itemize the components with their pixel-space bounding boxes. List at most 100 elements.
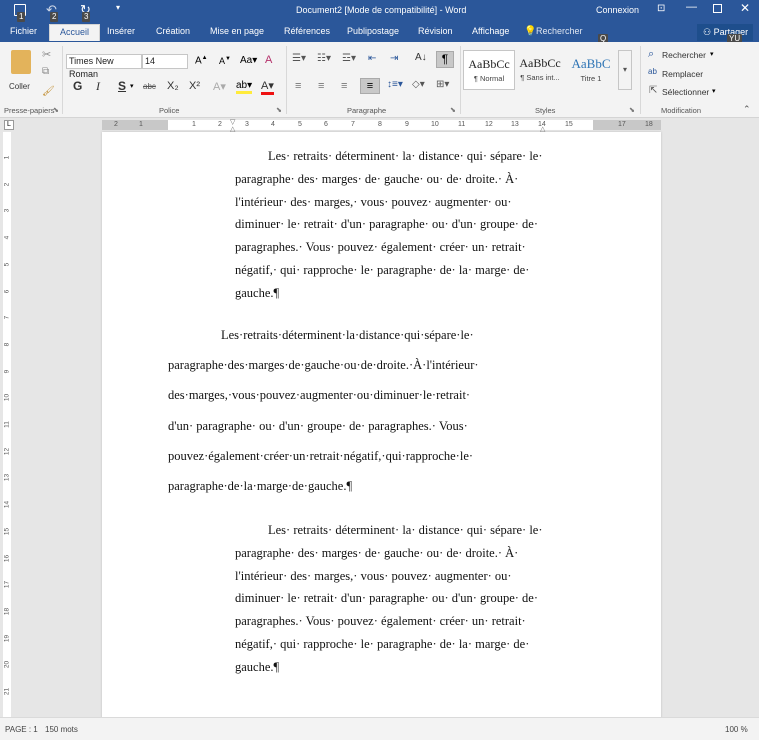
paste-label[interactable]: Coller: [9, 82, 30, 91]
increase-indent-icon[interactable]: ⇥: [390, 53, 398, 64]
sort-icon[interactable]: A↓: [415, 52, 427, 63]
tab-inserer[interactable]: Insérer: [107, 26, 135, 36]
tab-accueil[interactable]: Accueil: [49, 24, 101, 41]
page-indicator[interactable]: PAGE : 1: [5, 725, 38, 734]
font-color-icon[interactable]: A▾: [261, 79, 274, 95]
ruler-number: 7: [351, 121, 355, 128]
shading-icon[interactable]: ◇▾: [412, 79, 425, 90]
style-heading1-sample: AaBbC: [571, 56, 611, 71]
styles-more-icon[interactable]: ▾: [618, 50, 632, 90]
paragraph-launcher-icon[interactable]: ⬊: [450, 106, 456, 114]
underline-button[interactable]: S: [118, 79, 126, 93]
paragraph-1[interactable]: Les· retraits· déterminent· la· distance…: [235, 145, 545, 305]
bullets-icon[interactable]: ☰▾: [292, 53, 306, 64]
style-heading1[interactable]: AaBbC Titre 1: [565, 50, 617, 90]
status-bar: PAGE : 1 150 mots 100 %: [0, 717, 759, 740]
replace-button[interactable]: Remplacer: [662, 69, 703, 79]
justify-button[interactable]: ≡: [360, 78, 380, 94]
p1-line: Les· retraits· déterminent· la· distance…: [268, 149, 543, 163]
tab-publipostage[interactable]: Publipostage: [347, 26, 399, 36]
customize-qat-icon[interactable]: ▾: [116, 3, 120, 12]
tab-references[interactable]: Références: [284, 26, 330, 36]
borders-icon[interactable]: ⊞▾: [436, 79, 449, 90]
vruler-number: 6: [3, 289, 11, 293]
line-spacing-icon[interactable]: ↕≡▾: [387, 79, 403, 90]
close-icon[interactable]: ✕: [740, 1, 750, 15]
zoom-level[interactable]: 100 %: [725, 725, 748, 734]
ruler-number: 17: [618, 121, 626, 128]
font-size-combo[interactable]: 14: [142, 54, 188, 69]
find-button[interactable]: Rechercher: [662, 50, 706, 60]
grow-font-icon[interactable]: A▲: [195, 55, 208, 66]
tab-creation[interactable]: Création: [156, 26, 190, 36]
group-label-styles: Styles: [535, 106, 556, 115]
lightbulb-icon: 💡: [524, 26, 537, 37]
p3-line: paragraphes.· Vous· pouvez· également· c…: [235, 614, 526, 629]
shrink-font-icon[interactable]: A▼: [219, 56, 231, 66]
underline-dropdown-icon[interactable]: ▾: [130, 82, 134, 90]
tab-mise-en-page[interactable]: Mise en page: [210, 26, 264, 36]
tab-fichier[interactable]: Fichier: [10, 26, 37, 36]
font-launcher-icon[interactable]: ⬊: [276, 106, 282, 114]
tab-affichage[interactable]: Affichage: [472, 26, 509, 36]
multilevel-icon[interactable]: ☲▾: [342, 53, 356, 64]
tab-selector-icon[interactable]: L: [4, 120, 14, 130]
style-no-spacing[interactable]: AaBbCc ¶ Sans int...: [514, 50, 566, 90]
document-area[interactable]: Les· retraits· déterminent· la· distance…: [14, 132, 759, 732]
ribbon-display-icon[interactable]: ⊡: [657, 3, 665, 14]
clipboard-launcher-icon[interactable]: ⬊: [53, 106, 59, 114]
vruler-number: 4: [3, 235, 11, 240]
signin-link[interactable]: Connexion: [596, 5, 639, 15]
paste-icon[interactable]: [11, 50, 31, 74]
find-dropdown-icon[interactable]: ▾: [710, 50, 714, 58]
share-button[interactable]: ⚇ Partager: [697, 24, 753, 41]
cut-icon[interactable]: ✂: [42, 48, 51, 61]
bold-button[interactable]: G: [73, 79, 82, 93]
strike-button[interactable]: abc: [143, 82, 156, 91]
show-marks-button[interactable]: ¶: [436, 51, 454, 68]
collapse-ribbon-icon[interactable]: ⌃: [743, 104, 751, 115]
ruler-number: 8: [378, 121, 382, 128]
select-icon: ⇱: [649, 85, 658, 96]
style-normal[interactable]: AaBbCc ¶ Normal: [463, 50, 515, 90]
change-case-icon[interactable]: Aa▾: [240, 55, 257, 66]
paragraph-3[interactable]: Les· retraits· déterminent· la· distance…: [235, 519, 545, 679]
p3-line: Les· retraits· déterminent· la· distance…: [268, 523, 543, 537]
decrease-indent-icon[interactable]: ⇤: [368, 53, 376, 64]
ruler-number: 2: [218, 121, 222, 128]
word-count[interactable]: 150 mots: [45, 725, 78, 734]
vruler-number: 10: [3, 394, 11, 402]
title-bar: 1 ↶ 2 ↻ 3 ▾ Document2 [Mode de compatibi…: [0, 0, 759, 22]
ruler-number: 1: [192, 121, 196, 128]
keytip-qat3: 3: [82, 12, 91, 22]
vruler-number: 8: [3, 342, 11, 347]
copy-icon[interactable]: ⧉: [42, 66, 49, 77]
numbering-icon[interactable]: ☷▾: [317, 53, 331, 64]
text-effects-icon[interactable]: A▾: [213, 80, 226, 93]
p3-line: négatif,· qui· rapproche· le· paragraphe…: [235, 636, 530, 651]
vruler-number: 18: [3, 607, 11, 616]
p2-line: Les·retraits·déterminent·la·distance·qui…: [221, 328, 474, 342]
font-name-combo[interactable]: Times New Roman: [66, 54, 142, 79]
tab-revision[interactable]: Révision: [418, 26, 453, 36]
tell-me-search[interactable]: Rechercher: [536, 26, 583, 36]
align-left-icon[interactable]: ≡: [295, 80, 301, 92]
vruler-number: 7: [3, 315, 11, 320]
minimize-icon[interactable]: —: [686, 1, 697, 13]
select-dropdown-icon[interactable]: ▾: [712, 87, 716, 95]
highlight-icon[interactable]: ab▾: [236, 80, 253, 94]
maximize-icon[interactable]: [713, 4, 722, 13]
subscript-button[interactable]: X₂: [167, 80, 179, 92]
align-right-icon[interactable]: ≡: [341, 80, 347, 92]
keytip-qat2: 2: [50, 12, 59, 22]
superscript-button[interactable]: X²: [189, 80, 200, 92]
horizontal-ruler[interactable]: L 2 1 1 2 3 4 5 6 7 8 9 10 11 12 13 14 15 17 18 ▽ △ △: [0, 118, 759, 133]
styles-launcher-icon[interactable]: ⬊: [629, 106, 635, 114]
format-painter-icon[interactable]: 🖌: [42, 86, 55, 97]
clear-format-icon[interactable]: A: [265, 54, 272, 66]
italic-button[interactable]: I: [96, 79, 100, 94]
document-page[interactable]: Les· retraits· déterminent· la· distance…: [102, 132, 661, 732]
paragraph-2[interactable]: Les·retraits·déterminent·la·distance·qui…: [168, 320, 492, 501]
select-button[interactable]: Sélectionner: [662, 87, 709, 97]
align-center-icon[interactable]: ≡: [318, 80, 324, 92]
